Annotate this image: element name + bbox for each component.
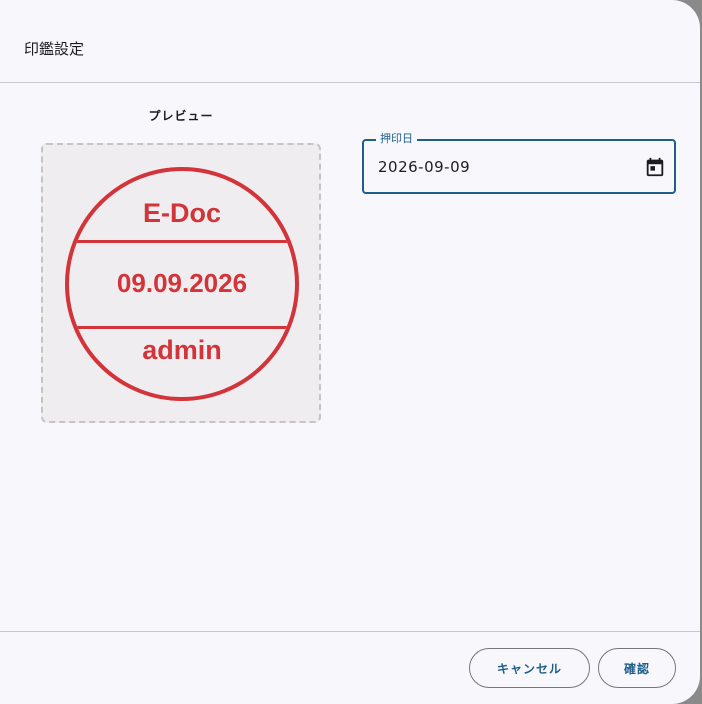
footer-divider [0, 631, 700, 632]
calendar-icon[interactable] [644, 156, 666, 178]
preview-label: プレビュー [148, 109, 214, 123]
header-divider [0, 82, 700, 83]
stamp-date-label: 押印日 [376, 132, 417, 146]
stamp-divider-top [69, 240, 295, 243]
stamp-preview-box: E-Doc 09.09.2026 admin [41, 143, 321, 423]
cancel-button[interactable]: キャンセル [469, 648, 590, 688]
stamp-company-text: E-Doc [142, 198, 221, 228]
stamp-settings-dialog: 印鑑設定 プレビュー E-Doc 09.09.2026 admin 押印日 20… [0, 0, 700, 704]
stamp-date-input[interactable]: 2026-09-09 [378, 157, 470, 177]
dialog-title: 印鑑設定 [24, 40, 85, 58]
confirm-button[interactable]: 確認 [598, 648, 676, 688]
stamp-user-text: admin [142, 335, 222, 365]
stamp-date-field[interactable]: 押印日 2026-09-09 [362, 132, 676, 194]
stamp-divider-bottom [69, 326, 295, 329]
stamp-date-text: 09.09.2026 [116, 268, 248, 298]
stamp-seal: E-Doc 09.09.2026 admin [65, 167, 299, 401]
